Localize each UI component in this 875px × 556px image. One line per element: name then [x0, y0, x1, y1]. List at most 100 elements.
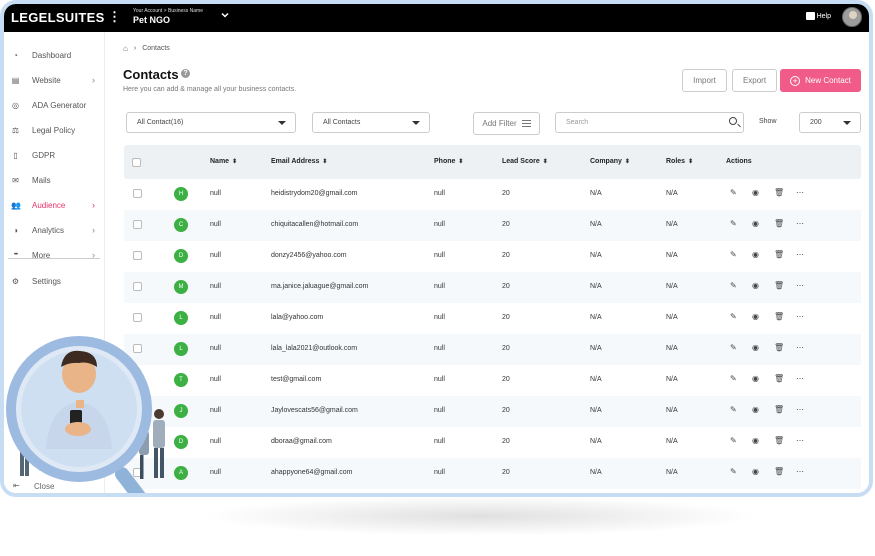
- more-options-icon[interactable]: ⋯: [796, 188, 804, 197]
- contact-list-select[interactable]: All Contacts: [312, 112, 430, 133]
- table-row[interactable]: Dnull donzy2456@yahoo.com null 20 N/A N/A ✎ ◉ 🗑 ⋯: [124, 241, 861, 272]
- delete-icon[interactable]: 🗑: [774, 405, 784, 414]
- sidebar-item-website[interactable]: ▤ Website ›: [4, 70, 105, 90]
- cell-email: ahappyone64@gmail.com: [271, 469, 353, 476]
- edit-icon[interactable]: ✎: [730, 312, 737, 321]
- user-avatar[interactable]: [842, 7, 862, 27]
- table-row[interactable]: Tnull test@gmail.com null 20 N/A N/A ✎ ◉ 🗑 ⋯: [124, 365, 861, 396]
- column-header-name[interactable]: Name ⬍: [210, 158, 237, 165]
- cell-email: dboraa@gmail.com: [271, 438, 332, 445]
- chevron-down-icon[interactable]: [221, 11, 229, 19]
- edit-icon[interactable]: ✎: [730, 219, 737, 228]
- column-header-email[interactable]: Email Address ⬍: [271, 158, 327, 165]
- search-input[interactable]: Search: [555, 112, 744, 133]
- sidebar-item-analytics[interactable]: ◑ Analytics ›: [4, 220, 105, 240]
- edit-icon[interactable]: ✎: [730, 250, 737, 259]
- more-options-icon[interactable]: ⋯: [796, 281, 804, 290]
- view-icon[interactable]: ◉: [752, 405, 759, 414]
- delete-icon[interactable]: 🗑: [774, 188, 784, 197]
- edit-icon[interactable]: ✎: [730, 188, 737, 197]
- search-placeholder: Search: [566, 119, 589, 126]
- contact-initial-avatar: H: [174, 187, 188, 201]
- more-options-icon[interactable]: ⋯: [796, 312, 804, 321]
- cell-name: null: [210, 345, 221, 352]
- table-row[interactable]: Cnull chiquitacallen@hotmail.com null 20 N/A…: [124, 210, 861, 241]
- page-size-select[interactable]: 200: [799, 112, 861, 133]
- view-icon[interactable]: ◉: [752, 467, 759, 476]
- edit-icon[interactable]: ✎: [730, 281, 737, 290]
- table-row[interactable]: Lnull lala_lala2021@outlook.com null 20 N/A N…: [124, 334, 861, 365]
- sidebar-item-audience[interactable]: 👥 Audience ›: [4, 195, 105, 215]
- table-row[interactable]: Lnull lala@yahoo.com null 20 N/A N/A ✎ ◉ 🗑 ⋯: [124, 303, 861, 334]
- sidebar-item-legal-policy[interactable]: ⚖ Legal Policy: [4, 120, 105, 140]
- edit-icon[interactable]: ✎: [730, 374, 737, 383]
- column-header-lead-score[interactable]: Lead Score ⬍: [502, 158, 548, 165]
- column-header-roles[interactable]: Roles ⬍: [666, 158, 693, 165]
- row-checkbox[interactable]: [133, 313, 142, 322]
- table-row[interactable]: Jnull Jaylovescats56@gmail.com null 20 N/A N/…: [124, 396, 861, 427]
- search-icon[interactable]: [729, 117, 737, 125]
- view-icon[interactable]: ◉: [752, 374, 759, 383]
- row-checkbox[interactable]: [133, 189, 142, 198]
- sidebar-item-gdpr[interactable]: ▯ GDPR: [4, 145, 105, 165]
- more-options-icon[interactable]: ⋯: [796, 436, 804, 445]
- more-options-icon[interactable]: ⋯: [796, 374, 804, 383]
- table-row[interactable]: Anull ahappyone64@gmail.com null 20 N/A N/A ✎ ◉…: [124, 458, 861, 489]
- row-checkbox[interactable]: [133, 220, 142, 229]
- table-row[interactable]: Dnull dboraa@gmail.com null 20 N/A N/A ✎ ◉ 🗑 ⋯: [124, 427, 861, 458]
- delete-icon[interactable]: 🗑: [774, 250, 784, 259]
- more-options-icon[interactable]: ⋯: [796, 405, 804, 414]
- import-button[interactable]: Import: [682, 69, 727, 92]
- view-icon[interactable]: ◉: [752, 219, 759, 228]
- sidebar-item-label: Audience: [32, 200, 66, 210]
- column-header-company[interactable]: Company ⬍: [590, 158, 630, 165]
- row-checkbox[interactable]: [133, 251, 142, 260]
- delete-icon[interactable]: 🗑: [774, 281, 784, 290]
- delete-icon[interactable]: 🗑: [774, 436, 784, 445]
- view-icon[interactable]: ◉: [752, 436, 759, 445]
- view-icon[interactable]: ◉: [752, 188, 759, 197]
- business-name[interactable]: Pet NGO: [133, 15, 170, 25]
- delete-icon[interactable]: 🗑: [774, 343, 784, 352]
- sidebar-item-more[interactable]: ••• More ›: [4, 245, 105, 265]
- table-row[interactable]: Hnull heidistrydom20@gmail.com null 20 N/A N/…: [124, 179, 861, 210]
- view-icon[interactable]: ◉: [752, 343, 759, 352]
- delete-icon[interactable]: 🗑: [774, 374, 784, 383]
- view-icon[interactable]: ◉: [752, 250, 759, 259]
- app-menu-icon[interactable]: ⋮: [108, 9, 121, 25]
- more-options-icon[interactable]: ⋯: [796, 250, 804, 259]
- help-button[interactable]: Help: [805, 12, 831, 20]
- edit-icon[interactable]: ✎: [730, 436, 737, 445]
- table-row[interactable]: Mnull ma.janice.jaluague@gmail.com null 20 N…: [124, 272, 861, 303]
- new-contact-button[interactable]: + New Contact: [780, 69, 861, 92]
- sidebar-item-mails[interactable]: ✉ Mails: [4, 170, 105, 190]
- contact-count-select[interactable]: All Contact(16): [126, 112, 296, 133]
- select-all-checkbox[interactable]: [132, 158, 141, 167]
- delete-icon[interactable]: 🗑: [774, 312, 784, 321]
- column-header-phone[interactable]: Phone ⬍: [434, 158, 463, 165]
- more-options-icon[interactable]: ⋯: [796, 467, 804, 476]
- help-question-icon[interactable]: ?: [181, 69, 190, 78]
- edit-icon[interactable]: ✎: [730, 467, 737, 476]
- delete-icon[interactable]: 🗑: [774, 467, 784, 476]
- sidebar-item-ada-generator[interactable]: ◎ ADA Generator: [4, 95, 105, 115]
- row-checkbox[interactable]: [133, 282, 142, 291]
- sidebar-item-label: Mails: [32, 175, 51, 185]
- sidebar-item-label: Analytics: [32, 225, 65, 235]
- sidebar-item-dashboard[interactable]: ◔ Dashboard: [4, 45, 105, 65]
- app-logo[interactable]: LEGELSUITES: [11, 10, 105, 25]
- home-icon[interactable]: ⌂: [123, 44, 128, 53]
- more-options-icon[interactable]: ⋯: [796, 343, 804, 352]
- edit-icon[interactable]: ✎: [730, 405, 737, 414]
- add-filter-button[interactable]: Add Filter: [473, 112, 540, 135]
- sidebar-item-settings[interactable]: ⚙ Settings: [4, 271, 105, 291]
- more-options-icon[interactable]: ⋯: [796, 219, 804, 228]
- view-icon[interactable]: ◉: [752, 281, 759, 290]
- view-icon[interactable]: ◉: [752, 312, 759, 321]
- cell-lead-score: 20: [502, 376, 510, 383]
- edit-icon[interactable]: ✎: [730, 343, 737, 352]
- export-button[interactable]: Export: [732, 69, 777, 92]
- cell-roles: N/A: [666, 221, 678, 228]
- delete-icon[interactable]: 🗑: [774, 219, 784, 228]
- cell-email: heidistrydom20@gmail.com: [271, 190, 358, 197]
